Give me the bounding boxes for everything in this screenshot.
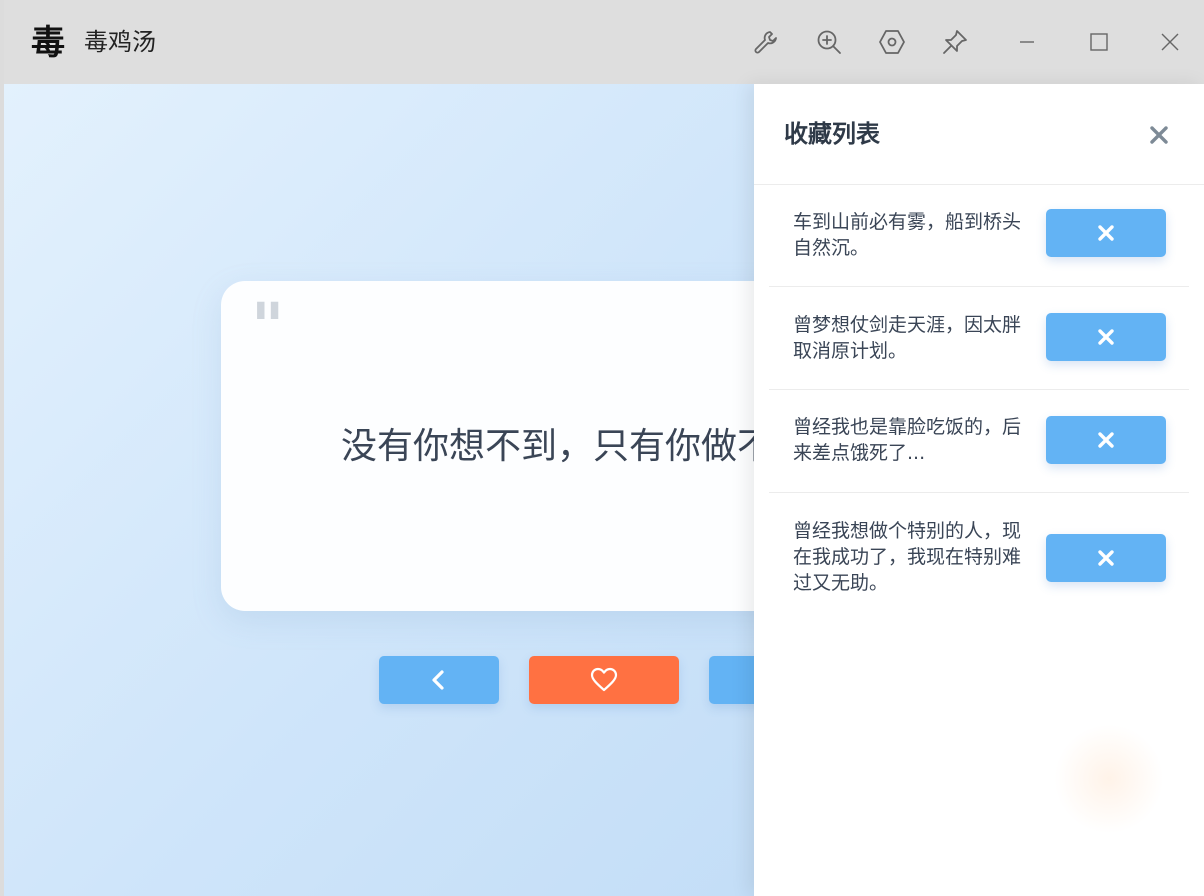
chevron-left-icon — [432, 670, 444, 690]
list-item: 曾经我也是靠脸吃饭的，后来差点饿死了... — [769, 390, 1189, 493]
favorites-list: 车到山前必有雾，船到桥头自然沉。 曾梦想仗剑走天涯，因太胖取消原计划。 曾经我也… — [769, 185, 1189, 623]
wrench-icon[interactable] — [746, 22, 786, 62]
close-icon[interactable] — [1150, 22, 1190, 62]
close-icon — [1098, 550, 1114, 566]
pin-icon[interactable] — [935, 22, 975, 62]
favorites-panel: 收藏列表 车到山前必有雾，船到桥头自然沉。 曾梦想仗剑走天涯，因太胖取消原计划。… — [754, 84, 1204, 896]
close-icon — [1098, 329, 1114, 345]
maximize-icon[interactable] — [1079, 22, 1119, 62]
minimize-icon[interactable] — [1007, 22, 1047, 62]
favorite-text: 曾经我想做个特别的人，现在我成功了，我现在特别难过又无助。 — [793, 520, 1022, 594]
remove-favorite-button[interactable] — [1046, 534, 1166, 582]
quote-card: " 没有你想不到，只有你做不到。 — [221, 281, 845, 611]
remove-favorite-button[interactable] — [1046, 313, 1166, 361]
favorite-text: 曾经我也是靠脸吃饭的，后来差点饿死了... — [793, 416, 1022, 464]
favorites-panel-header: 收藏列表 — [754, 84, 1204, 185]
favorite-text: 车到山前必有雾，船到桥头自然沉。 — [793, 211, 1022, 259]
heart-icon — [590, 667, 618, 692]
quote-mark-icon: " — [251, 289, 285, 364]
list-item: 曾梦想仗剑走天涯，因太胖取消原计划。 — [769, 287, 1189, 390]
app-logo-icon: 毒 — [28, 22, 68, 62]
list-item: 曾经我想做个特别的人，现在我成功了，我现在特别难过又无助。 — [769, 493, 1189, 623]
remove-favorite-button[interactable] — [1046, 209, 1166, 257]
title-bar[interactable]: 毒 毒鸡汤 — [4, 0, 1204, 84]
close-icon — [1150, 126, 1168, 144]
faded-floating-button — [1054, 724, 1164, 834]
svg-text:毒: 毒 — [31, 23, 65, 62]
app-window: 毒 毒鸡汤 " 没有你想不到，只有你做不到。 收藏列表 车到山前必有雾，船到桥头… — [4, 0, 1204, 896]
favorites-panel-title: 收藏列表 — [784, 120, 880, 148]
close-icon — [1098, 225, 1114, 241]
panel-close-button[interactable] — [1144, 120, 1174, 150]
window-title: 毒鸡汤 — [84, 28, 156, 56]
remove-favorite-button[interactable] — [1046, 416, 1166, 464]
list-item: 车到山前必有雾，船到桥头自然沉。 — [769, 185, 1189, 287]
favorite-text: 曾梦想仗剑走天涯，因太胖取消原计划。 — [793, 314, 1022, 362]
zoom-in-icon[interactable] — [809, 22, 849, 62]
favorite-button[interactable] — [529, 656, 679, 704]
hexagon-settings-icon[interactable] — [872, 22, 912, 62]
previous-button[interactable] — [379, 656, 499, 704]
close-icon — [1098, 432, 1114, 448]
